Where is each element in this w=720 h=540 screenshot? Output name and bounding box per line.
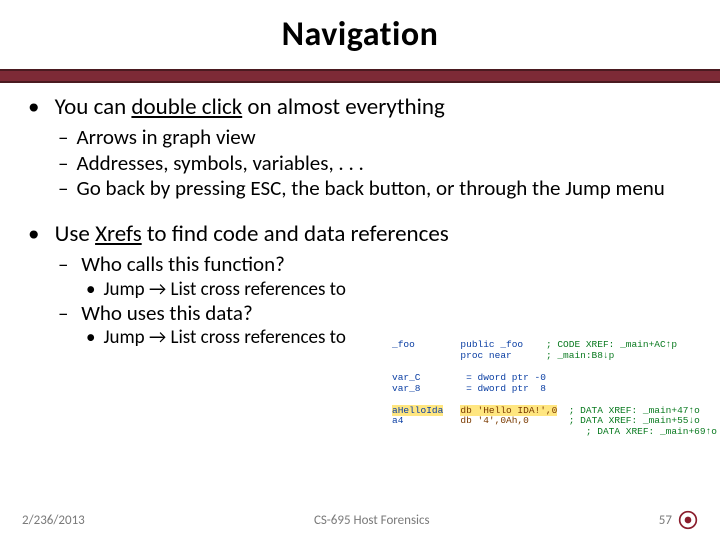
slide-title: Navigation bbox=[0, 0, 720, 55]
footer-course: CS-695 Host Forensics bbox=[314, 513, 430, 528]
content: You can double click on almost everythin… bbox=[0, 83, 720, 349]
university-seal-icon bbox=[678, 510, 698, 530]
bullet-2-sub-1: Who calls this function? Jump → List cro… bbox=[58, 252, 692, 301]
footer: 2/236/2013 CS-695 Host Forensics 57 bbox=[0, 510, 720, 530]
bullet-2-sub-2: Who uses this data? Jump → List cross re… bbox=[58, 301, 692, 350]
bullet-1-sub-1: Arrows in graph view bbox=[58, 125, 692, 151]
disassembly-snippet: _foo public _foo ; CODE XREF: _main+AC↑p… bbox=[392, 340, 692, 470]
bullet-1-sub-3: Go back by pressing ESC, the back button… bbox=[58, 176, 692, 202]
divider bbox=[0, 69, 720, 83]
slide: Navigation You can double click on almos… bbox=[0, 0, 720, 540]
footer-page: 57 bbox=[659, 510, 698, 530]
bullet-1-sub-2: Addresses, symbols, variables, . . . bbox=[58, 151, 692, 177]
bullet-2-sub-1-jump: Jump → List cross references to bbox=[86, 278, 692, 301]
bullet-1: You can double click on almost everythin… bbox=[28, 93, 692, 202]
footer-date: 2/236/2013 bbox=[22, 513, 85, 528]
bullet-2: Use Xrefs to find code and data referenc… bbox=[28, 220, 692, 350]
bullet-2-sub-2-jump: Jump → List cross references to bbox=[86, 326, 692, 349]
